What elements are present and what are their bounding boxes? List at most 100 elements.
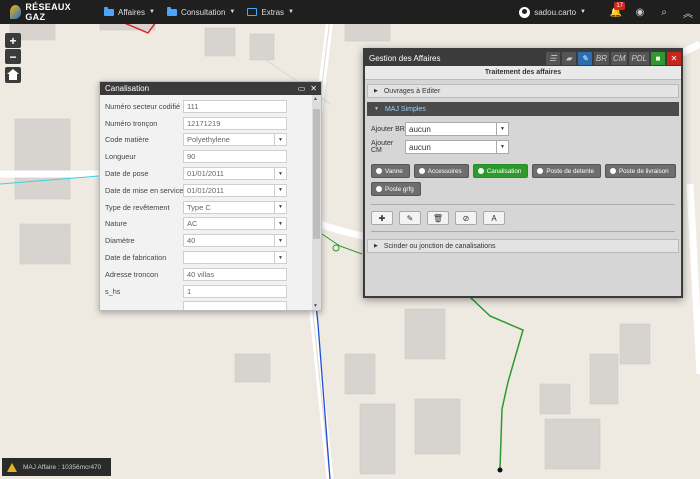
chevron-down-icon: ▼ <box>274 168 286 180</box>
plus-icon: ✚ <box>378 213 386 223</box>
field-label: Date de mise en service <box>105 185 183 195</box>
folder-icon <box>104 6 114 16</box>
field-input[interactable]: 1 <box>183 284 287 298</box>
chevron-down-icon: ▼ <box>274 218 286 230</box>
accordion-scinder[interactable]: ▶ Scinder ou jonction de canalisations <box>367 239 679 253</box>
scrollbar-thumb[interactable] <box>313 109 320 239</box>
pdl-button[interactable]: PDL <box>629 51 649 65</box>
edit-icon: ✎ <box>406 213 414 223</box>
maj-simples-body: Ajouter BR aucun ▼ Ajouter CM aucun ▼ Va… <box>367 116 679 236</box>
field-label: Nature <box>105 219 127 229</box>
field-select[interactable]: Polyethylene ▼ <box>183 133 287 147</box>
field-select[interactable]: AC ▼ <box>183 217 287 231</box>
delete-button[interactable]: 🗑 <box>427 211 449 225</box>
option-poste-de-detente[interactable]: Poste de detente <box>532 164 601 178</box>
close-icon[interactable]: ✕ <box>667 51 681 65</box>
list-icon[interactable]: ☰ <box>545 51 560 65</box>
user-menu[interactable]: sadou.carto ▼ <box>519 6 586 18</box>
br-button[interactable]: BR <box>593 51 609 65</box>
add-button[interactable]: ✚ <box>371 211 393 225</box>
ajouter-br-select[interactable]: aucun ▼ <box>405 122 509 136</box>
radio-icon <box>376 186 382 192</box>
field-input[interactable]: 90 <box>183 150 287 164</box>
field-select[interactable]: ▼ <box>183 251 287 265</box>
field-input[interactable]: 111 <box>183 99 287 113</box>
field-value: 1 <box>187 286 192 296</box>
cancel-button[interactable]: ⊘ <box>455 211 477 225</box>
app-title: RÉSEAUX GAZ <box>25 2 71 22</box>
cm-button[interactable]: CM <box>610 51 628 65</box>
field-input[interactable] <box>183 301 287 310</box>
notification-badge: 17 <box>614 2 625 10</box>
option-poste-de-livraison[interactable]: Poste de livraison <box>604 164 676 178</box>
folder-open-icon[interactable]: ▰ <box>561 51 576 65</box>
notifications-button[interactable]: 🔔 17 <box>604 0 628 24</box>
field-label: Date de pose <box>105 169 149 179</box>
home-button[interactable] <box>5 67 21 83</box>
canalisation-panel: Canalisation ▭ ✕ Numéro secteur codifié 1… <box>99 81 322 311</box>
menu-consultation[interactable]: Consultation ▼ <box>166 6 235 17</box>
status-bar[interactable]: MAJ Affaire : 10356mcr470 <box>2 458 111 476</box>
chevron-down-icon: ▼ <box>496 123 508 135</box>
field-select[interactable]: 01/01/2011 ▼ <box>183 183 287 197</box>
validate-icon[interactable]: ■ <box>651 51 665 65</box>
field-input[interactable]: 12171219 <box>183 116 287 130</box>
field-input[interactable]: 40 villas <box>183 267 287 281</box>
option-poste-grfg[interactable]: Poste grfg <box>371 182 421 196</box>
scroll-down-icon[interactable]: ▼ <box>313 303 318 309</box>
zoom-out-button[interactable]: − <box>5 49 21 64</box>
zoom-in-button[interactable]: + <box>5 33 21 48</box>
field-label: Type de revêtement <box>105 202 170 212</box>
option-canalisation[interactable]: Canalisation <box>472 164 529 178</box>
field-label: Numéro tronçon <box>105 118 158 128</box>
app-logo[interactable]: RÉSEAUX GAZ <box>10 2 90 22</box>
option-vanne[interactable]: Vanne <box>371 164 410 178</box>
zoom-control: + − <box>5 33 21 64</box>
radio-icon <box>418 168 425 174</box>
form-row: Date de fabrication ▼ <box>100 249 312 266</box>
minimize-icon[interactable]: ▭ <box>298 84 306 93</box>
canalisation-scrollbar[interactable]: ▲ ▼ <box>312 95 321 310</box>
edit-button[interactable]: ✎ <box>399 211 421 225</box>
option-accessoires[interactable]: Accessoires <box>413 164 469 178</box>
form-row: Date de pose 01/01/2011 ▼ <box>100 165 312 182</box>
triangle-down-icon: ▼ <box>374 106 379 112</box>
menu-extras[interactable]: Extras ▼ <box>247 8 294 17</box>
field-select[interactable]: 01/01/2011 ▼ <box>183 167 287 181</box>
ajouter-br-label: Ajouter BR <box>371 125 405 133</box>
canalisation-title: Canalisation <box>105 84 150 93</box>
canalisation-header[interactable]: Canalisation ▭ ✕ <box>100 82 321 95</box>
ajouter-br-value: aucun <box>409 124 431 134</box>
globe-button[interactable]: ◉ <box>628 0 652 24</box>
field-label: Diamètre <box>105 236 135 246</box>
accordion-ouvrages[interactable]: ▶ Ouvrages à Editer <box>367 84 679 98</box>
gestion-subtitle: Traitement des affaires <box>365 66 681 80</box>
form-row: Type de revêtement Type C ▼ <box>100 199 312 216</box>
field-select[interactable]: Type C ▼ <box>183 200 287 214</box>
scroll-up-icon[interactable]: ▲ <box>313 96 318 102</box>
trash-icon: 🗑 <box>432 213 444 223</box>
close-icon[interactable]: ✕ <box>310 84 317 93</box>
field-value: AC <box>187 219 198 229</box>
accordion-maj-simples[interactable]: ▼ MAJ Simples <box>367 102 679 116</box>
ajouter-cm-row: Ajouter CM aucun ▼ <box>371 138 675 156</box>
menu-affaires[interactable]: Affaires ▼ <box>104 6 155 17</box>
gestion-header[interactable]: Gestion des Affaires ☰ ▰ ✎ BR CM PDL ■ ✕ <box>365 50 681 66</box>
field-label: Longueur <box>105 152 136 162</box>
menu-consultation-label: Consultation <box>180 7 226 17</box>
form-row: Diamètre 40 ▼ <box>100 232 312 249</box>
pencil-icon[interactable]: ✎ <box>577 51 592 65</box>
chevron-down-icon: ▼ <box>496 141 508 153</box>
search-icon: ⌕ <box>661 6 667 18</box>
collapse-button[interactable]: ︽ <box>676 0 700 24</box>
font-icon: A <box>491 213 497 223</box>
form-row: s_hs 1 <box>100 283 312 300</box>
form-row: Adresse troncon 40 villas <box>100 266 312 283</box>
search-button[interactable]: ⌕ <box>652 0 676 24</box>
field-select[interactable]: 40 ▼ <box>183 234 287 248</box>
text-button[interactable]: A <box>483 211 505 225</box>
ajouter-cm-select[interactable]: aucun ▼ <box>405 140 509 154</box>
gestion-affaires-panel: Gestion des Affaires ☰ ▰ ✎ BR CM PDL ■ ✕… <box>363 48 683 298</box>
home-icon <box>7 68 19 80</box>
gas-logo-icon <box>10 5 22 19</box>
